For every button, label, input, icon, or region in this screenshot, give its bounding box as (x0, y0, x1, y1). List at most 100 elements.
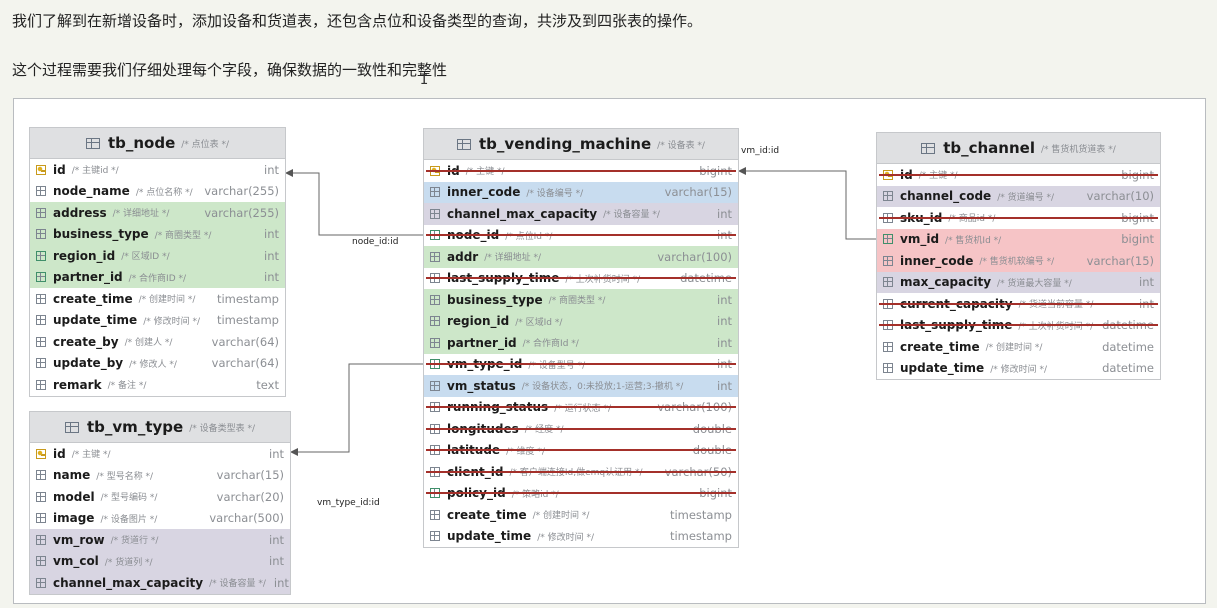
column-icon (883, 363, 893, 374)
column-row-channel-code[interactable]: channel_code /* 货道编号 */ varchar(10) (877, 185, 1160, 207)
table-header[interactable]: tb_channel /* 售货机货道表 */ (877, 133, 1160, 164)
column-row-create-time[interactable]: create_time /* 创建时间 */ timestamp (30, 288, 285, 310)
column-comment: /* 商圈类型 */ (548, 296, 606, 307)
column-icon (430, 445, 440, 456)
column-row-name[interactable]: name /* 型号名称 */ varchar(15) (30, 465, 290, 487)
column-row-inner-code[interactable]: inner_code /* 设备编号 */ varchar(15) (424, 181, 738, 203)
column-row-vm-col[interactable]: vm_col /* 货道列 */ int (30, 550, 290, 572)
table-comment: /* 售货机货道表 */ (1040, 144, 1116, 155)
column-name: remark (53, 377, 102, 392)
column-row-business-type[interactable]: business_type /* 商圈类型 */ int (424, 289, 738, 311)
column-row-update-time[interactable]: update_time /* 修改时间 */ timestamp (30, 310, 285, 332)
column-comment: /* 设备状态，0:未投放;1-运营;3-撤机 */ (521, 382, 684, 393)
column-row-node-id[interactable]: node_id /* 点位Id */ int (424, 225, 738, 247)
column-type: varchar(15) (216, 468, 284, 483)
column-comment: /* 商品id */ (948, 214, 996, 225)
primary-key-icon (430, 165, 440, 176)
column-name: partner_id (447, 335, 517, 350)
column-row-last-supply-time[interactable]: last_supply_time /* 上次补货时间 */ datetime (877, 315, 1160, 337)
column-row-node-name[interactable]: node_name /* 点位名称 */ varchar(255) (30, 181, 285, 203)
column-row-address[interactable]: address /* 详细地址 */ varchar(255) (30, 202, 285, 224)
column-row-vm-status[interactable]: vm_status /* 设备状态，0:未投放;1-运营;3-撤机 */ int (424, 375, 738, 397)
table-tb-node[interactable]: tb_node /* 点位表 */ id /* 主键id */ int node_na… (29, 127, 286, 397)
column-row-update-by[interactable]: update_by /* 修改人 */ varchar(64) (30, 353, 285, 375)
column-name: inner_code (447, 185, 521, 200)
column-row-channel-max-capacity[interactable]: channel_max_capacity /* 设备容量 */ int (424, 203, 738, 225)
column-name: channel_max_capacity (447, 206, 598, 221)
column-row-current-capacity[interactable]: current_capacity /* 货道当前容量 */ int (877, 293, 1160, 315)
column-name: create_time (447, 507, 527, 522)
primary-key-icon (36, 164, 46, 175)
column-row-running-status[interactable]: running_status /* 运行状态 */ varchar(100) (424, 397, 738, 419)
column-type: varchar(64) (211, 334, 279, 349)
column-icon (883, 320, 893, 331)
column-icon (430, 294, 440, 305)
column-comment: /* 创建时间 */ (532, 511, 590, 522)
column-type: int (273, 575, 289, 590)
link-label-node-id: node_id:id (352, 237, 399, 247)
column-name: model (53, 489, 95, 504)
column-row-inner-code[interactable]: inner_code /* 售货机软编号 */ varchar(15) (877, 250, 1160, 272)
column-icon (36, 379, 46, 390)
column-type: datetime (1102, 318, 1154, 333)
column-type: int (269, 554, 284, 569)
column-type: datetime (1102, 339, 1154, 354)
table-comment: /* 点位表 */ (181, 139, 230, 150)
column-row-policy-id[interactable]: policy_id /* 策略id */ bigint (424, 483, 738, 505)
column-row-partner-id[interactable]: partner_id /* 合作商Id */ int (424, 332, 738, 354)
column-row-id[interactable]: id /* 主键 */ int (30, 443, 290, 465)
column-row-business-type[interactable]: business_type /* 商圈类型 */ int (30, 223, 285, 245)
table-tb-vm-type[interactable]: tb_vm_type /* 设备类型表 */ id /* 主键 */ int name… (29, 411, 291, 595)
column-row-latitude[interactable]: latitude /* 维度 */ double (424, 440, 738, 462)
column-row-vm-row[interactable]: vm_row /* 货道行 */ int (30, 529, 290, 551)
column-row-update-time[interactable]: update_time /* 修改时间 */ timestamp (424, 526, 738, 548)
column-name: vm_type_id (447, 357, 523, 372)
column-row-client-id[interactable]: client_id /* 客户端连接Id,做emq认证用 */ varchar(50… (424, 461, 738, 483)
column-row-model[interactable]: model /* 型号编码 */ varchar(20) (30, 486, 290, 508)
table-header[interactable]: tb_vm_type /* 设备类型表 */ (30, 412, 290, 443)
column-comment: /* 主键id */ (71, 166, 119, 177)
column-type: int (264, 270, 279, 285)
column-row-vm-type-id[interactable]: vm_type_id /* 设备型号 */ int (424, 354, 738, 376)
column-comment: /* 策略id */ (511, 489, 559, 500)
table-tb-channel[interactable]: tb_channel /* 售货机货道表 */ id /* 主键 */ bigint… (876, 132, 1161, 380)
column-name: address (53, 205, 107, 220)
column-row-id[interactable]: id /* 主键 */ bigint (424, 160, 738, 182)
column-row-image[interactable]: image /* 设备图片 */ varchar(500) (30, 508, 290, 530)
column-row-last-supply-time[interactable]: last_supply_time /* 上次补货时间 */ datetime (424, 268, 738, 290)
column-row-addr[interactable]: addr /* 详细地址 */ varchar(100) (424, 246, 738, 268)
column-name: id (900, 167, 913, 182)
table-tb-vending-machine[interactable]: tb_vending_machine /* 设备表 */ id /* 主键 */ b… (423, 128, 739, 548)
column-row-update-time[interactable]: update_time /* 修改时间 */ datetime (877, 358, 1160, 380)
column-row-sku-id[interactable]: sku_id /* 商品id */ bigint (877, 207, 1160, 229)
link-vm-id (738, 167, 876, 240)
column-name: running_status (447, 400, 549, 415)
table-header[interactable]: tb_node /* 点位表 */ (30, 128, 285, 159)
column-comment: /* 主键 */ (71, 450, 111, 461)
column-row-remark[interactable]: remark /* 备注 */ text (30, 374, 285, 396)
foreign-key-icon (36, 250, 46, 261)
table-header[interactable]: tb_vending_machine /* 设备表 */ (424, 129, 738, 160)
column-row-create-time[interactable]: create_time /* 创建时间 */ timestamp (424, 504, 738, 526)
column-row-id[interactable]: id /* 主键 */ bigint (877, 164, 1160, 186)
column-name: region_id (447, 314, 510, 329)
column-row-channel-max-capacity[interactable]: channel_max_capacity /* 设备容量 */ int (30, 572, 290, 594)
column-row-region-id[interactable]: region_id /* 区域Id */ int (424, 310, 738, 332)
column-type: bigint (1121, 210, 1154, 225)
column-row-region-id[interactable]: region_id /* 区域ID */ int (30, 245, 285, 267)
column-name: partner_id (53, 270, 123, 285)
column-row-max-capacity[interactable]: max_capacity /* 货道最大容量 */ int (877, 271, 1160, 293)
column-type: double (692, 421, 732, 436)
column-icon (430, 531, 440, 542)
column-row-vm-id[interactable]: vm_id /* 售货机Id */ bigint (877, 228, 1160, 250)
column-row-longitudes[interactable]: longitudes /* 经度 */ double (424, 418, 738, 440)
column-comment: /* 货道列 */ (104, 557, 153, 568)
column-row-create-by[interactable]: create_by /* 创建人 */ varchar(64) (30, 331, 285, 353)
column-row-id[interactable]: id /* 主键id */ int (30, 159, 285, 181)
intro-text-line-1: 我们了解到在新增设备时，添加设备和货道表，还包含点位和设备类型的查询，共涉及到四… (12, 12, 703, 30)
column-row-partner-id[interactable]: partner_id /* 合作商ID */ int (30, 266, 285, 288)
column-name: update_time (900, 361, 985, 376)
column-icon (430, 208, 440, 219)
column-icon (36, 470, 46, 481)
column-row-create-time[interactable]: create_time /* 创建时间 */ datetime (877, 336, 1160, 358)
